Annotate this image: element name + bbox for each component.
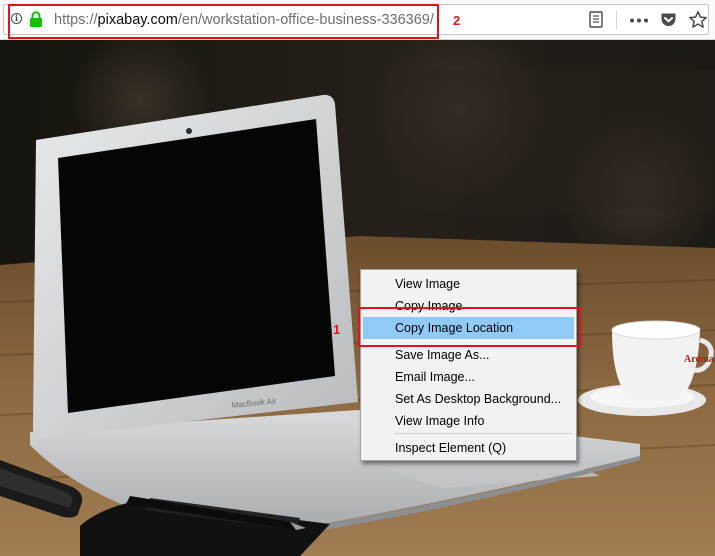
- more-actions-icon[interactable]: [629, 18, 649, 23]
- annotation-box-address-bar: [8, 4, 439, 39]
- pocket-icon[interactable]: [660, 12, 677, 28]
- menu-separator: [394, 433, 572, 434]
- reader-view-icon[interactable]: [589, 11, 603, 28]
- bookmark-star-icon[interactable]: [688, 10, 708, 30]
- menu-item-view-image[interactable]: View Image: [363, 273, 574, 295]
- urlbar-separator: [616, 11, 617, 29]
- cup-logo: Aroma: [684, 354, 714, 365]
- annotation-label-1: 1: [333, 322, 341, 337]
- context-menu: View Image Copy Image Copy Image Locatio…: [360, 269, 577, 461]
- menu-item-view-image-info[interactable]: View Image Info: [363, 410, 574, 432]
- menu-item-inspect-element[interactable]: Inspect Element (Q): [363, 437, 574, 459]
- menu-item-set-desktop-background[interactable]: Set As Desktop Background...: [363, 388, 574, 410]
- menu-item-email-image[interactable]: Email Image...: [363, 366, 574, 388]
- menu-item-save-image-as[interactable]: Save Image As...: [363, 344, 574, 366]
- laptop-photo[interactable]: MacBook Air Aroma: [0, 40, 715, 556]
- annotation-label-2: 2: [453, 13, 461, 28]
- annotation-box-copy-image-location: [358, 307, 581, 347]
